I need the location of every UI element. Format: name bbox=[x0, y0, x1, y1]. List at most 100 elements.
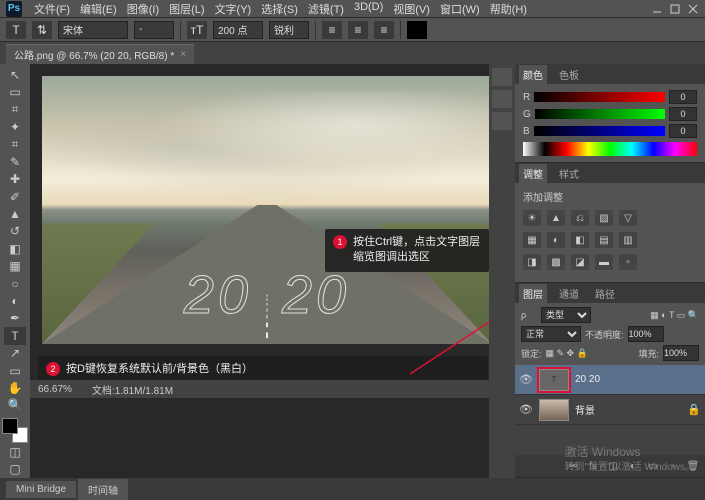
strip-icon-1[interactable] bbox=[492, 68, 512, 86]
adj-levels-icon[interactable]: ▲ bbox=[547, 210, 565, 226]
mask-icon[interactable]: ◫ bbox=[605, 459, 621, 473]
align-right-icon[interactable]: ≡ bbox=[374, 21, 394, 39]
fill-input[interactable] bbox=[663, 345, 699, 361]
adjustment-layer-icon[interactable]: ◐ bbox=[625, 459, 641, 473]
layer-kind-select[interactable]: 类型 bbox=[541, 307, 591, 323]
lock-icons[interactable]: ▦ ✎ ✥ 🔒 bbox=[546, 348, 588, 359]
adj-photo-icon[interactable]: ▤ bbox=[595, 232, 613, 248]
eyedropper-tool[interactable]: ✎ bbox=[4, 153, 26, 170]
adj-balance-icon[interactable]: ◐ bbox=[547, 232, 565, 248]
adj-brightness-icon[interactable]: ☀ bbox=[523, 210, 541, 226]
tab-layers[interactable]: 图层 bbox=[519, 284, 547, 303]
history-brush-tool[interactable]: ↺ bbox=[4, 223, 26, 240]
g-input[interactable] bbox=[669, 107, 697, 121]
adj-poster-icon[interactable]: ▩ bbox=[547, 254, 565, 270]
layer-name[interactable]: 背景 bbox=[575, 402, 595, 417]
layer-thumbnail[interactable] bbox=[539, 399, 569, 421]
orientation-icon[interactable]: ⇅ bbox=[32, 21, 52, 39]
eraser-tool[interactable]: ◧ bbox=[4, 240, 26, 257]
tab-paths[interactable]: 路径 bbox=[591, 284, 619, 303]
filter-icon[interactable]: ▦ ◐ T ▭ 🔍 bbox=[650, 310, 699, 321]
adj-vibrance-icon[interactable]: ▽ bbox=[619, 210, 637, 226]
type-tool-icon[interactable]: T bbox=[6, 21, 26, 39]
zoom-level[interactable]: 66.67% bbox=[38, 384, 72, 395]
tab-minibridge[interactable]: Mini Bridge bbox=[6, 481, 76, 498]
blur-tool[interactable]: ○ bbox=[4, 275, 26, 292]
menu-window[interactable]: 窗口(W) bbox=[436, 0, 484, 19]
menu-3d[interactable]: 3D(D) bbox=[350, 0, 387, 19]
shape-tool[interactable]: ▭ bbox=[4, 362, 26, 379]
path-tool[interactable]: ↗ bbox=[4, 345, 26, 362]
foreground-color-swatch[interactable] bbox=[2, 418, 18, 434]
brush-tool[interactable]: ✐ bbox=[4, 188, 26, 205]
menu-type[interactable]: 文字(Y) bbox=[211, 0, 256, 19]
align-center-icon[interactable]: ≡ bbox=[348, 21, 368, 39]
font-family-select[interactable]: 宋体 bbox=[58, 21, 128, 39]
adj-hue-icon[interactable]: ▦ bbox=[523, 232, 541, 248]
adj-selective-icon[interactable]: ▫ bbox=[619, 254, 637, 270]
layer-row[interactable]: 👁 背景 🔒 bbox=[515, 395, 705, 425]
fx-icon[interactable]: fx bbox=[585, 459, 601, 473]
zoom-tool[interactable]: 🔍 bbox=[4, 397, 26, 414]
opacity-input[interactable] bbox=[628, 326, 664, 342]
adj-gradient-icon[interactable]: ▬ bbox=[595, 254, 613, 270]
hand-tool[interactable]: ✋ bbox=[4, 379, 26, 396]
visibility-icon[interactable]: 👁 bbox=[519, 403, 533, 416]
font-size-select[interactable]: 200 点 bbox=[213, 21, 263, 39]
maximize-icon[interactable] bbox=[669, 4, 681, 14]
stamp-tool[interactable]: ▲ bbox=[4, 205, 26, 222]
group-icon[interactable]: ▭ bbox=[645, 459, 661, 473]
crop-tool[interactable]: ⌗ bbox=[4, 136, 26, 153]
adj-threshold-icon[interactable]: ◪ bbox=[571, 254, 589, 270]
close-icon[interactable] bbox=[687, 4, 699, 14]
align-left-icon[interactable]: ≡ bbox=[322, 21, 342, 39]
layer-thumbnail[interactable]: T bbox=[539, 369, 569, 391]
text-color-swatch[interactable] bbox=[407, 21, 427, 39]
adj-invert-icon[interactable]: ◨ bbox=[523, 254, 541, 270]
strip-icon-3[interactable] bbox=[492, 112, 512, 130]
new-layer-icon[interactable]: ▫ bbox=[665, 459, 681, 473]
menu-select[interactable]: 选择(S) bbox=[257, 0, 302, 19]
blend-mode-select[interactable]: 正常 bbox=[521, 326, 581, 342]
pen-tool[interactable]: ✒ bbox=[4, 310, 26, 327]
antialias-select[interactable]: 锐利 bbox=[269, 21, 309, 39]
canvas[interactable]: 2020 bbox=[42, 76, 489, 344]
menu-edit[interactable]: 编辑(E) bbox=[76, 0, 121, 19]
layer-row[interactable]: 👁 T 20 20 bbox=[515, 365, 705, 395]
heal-tool[interactable]: ✚ bbox=[4, 170, 26, 187]
close-tab-icon[interactable]: × bbox=[180, 49, 186, 60]
tab-channels[interactable]: 通道 bbox=[555, 284, 583, 303]
gradient-tool[interactable]: ▦ bbox=[4, 257, 26, 274]
tab-swatches[interactable]: 色板 bbox=[555, 65, 583, 84]
trash-icon[interactable]: 🗑 bbox=[685, 459, 701, 473]
tab-adjustments[interactable]: 调整 bbox=[519, 164, 547, 183]
menu-filter[interactable]: 滤镜(T) bbox=[304, 0, 348, 19]
type-tool[interactable]: T bbox=[4, 327, 26, 344]
wand-tool[interactable]: ✦ bbox=[4, 118, 26, 135]
tab-color[interactable]: 颜色 bbox=[519, 65, 547, 84]
strip-icon-2[interactable] bbox=[492, 90, 512, 108]
g-slider[interactable] bbox=[535, 109, 665, 119]
font-style-select[interactable]: - bbox=[134, 21, 174, 39]
visibility-icon[interactable]: 👁 bbox=[519, 373, 533, 386]
screenmode-tool[interactable]: ▢ bbox=[4, 461, 26, 478]
tab-styles[interactable]: 样式 bbox=[555, 164, 583, 183]
color-spectrum[interactable] bbox=[523, 142, 697, 156]
lasso-tool[interactable]: ⌗ bbox=[4, 101, 26, 118]
quickmask-tool[interactable]: ◫ bbox=[4, 443, 26, 460]
r-slider[interactable] bbox=[534, 92, 665, 102]
adj-curves-icon[interactable]: ⎌ bbox=[571, 210, 589, 226]
menu-layer[interactable]: 图层(L) bbox=[165, 0, 208, 19]
adj-bw-icon[interactable]: ◧ bbox=[571, 232, 589, 248]
b-slider[interactable] bbox=[534, 126, 665, 136]
tab-timeline[interactable]: 时间轴 bbox=[78, 479, 128, 500]
link-layers-icon[interactable]: ⚯ bbox=[565, 459, 581, 473]
menu-view[interactable]: 视图(V) bbox=[389, 0, 434, 19]
adj-mixer-icon[interactable]: ▥ bbox=[619, 232, 637, 248]
menu-file[interactable]: 文件(F) bbox=[30, 0, 74, 19]
layer-name[interactable]: 20 20 bbox=[575, 374, 600, 385]
b-input[interactable] bbox=[669, 124, 697, 138]
minimize-icon[interactable] bbox=[651, 4, 663, 14]
document-tab[interactable]: 公路.png @ 66.7% (20 20, RGB/8) * × bbox=[6, 44, 194, 64]
menu-image[interactable]: 图像(I) bbox=[123, 0, 163, 19]
